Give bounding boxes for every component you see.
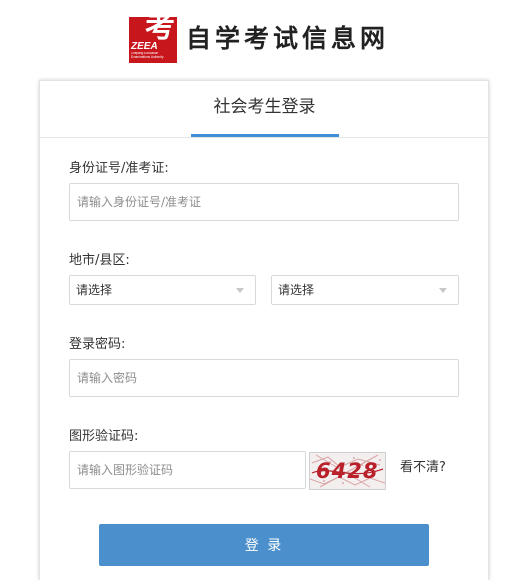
tab-bar: 社会考生登录 <box>40 81 488 138</box>
captcha-strike <box>311 468 384 475</box>
login-card: 社会考生登录 身份证号/准考证: 地市/县区: 请选择 请选择 登录密码: 图形… <box>39 80 489 580</box>
logo-glyph: 考 <box>145 17 175 45</box>
captcha-input[interactable] <box>69 451 306 489</box>
county-select-value: 请选择 <box>278 283 315 297</box>
captcha-image[interactable]: 6428 <box>309 452 386 490</box>
captcha-label: 图形验证码: <box>69 429 139 444</box>
logo-subtext-line-2: Examinations Authority <box>131 54 164 59</box>
site-title: 自学考试信息网 <box>186 24 390 53</box>
password-label: 登录密码: <box>69 337 126 352</box>
region-label: 地市/县区: <box>69 253 130 268</box>
chevron-down-icon <box>439 288 447 293</box>
county-select[interactable]: 请选择 <box>271 275 459 305</box>
id-label: 身份证号/准考证: <box>69 161 169 176</box>
active-tab-indicator <box>191 134 339 137</box>
city-select-value: 请选择 <box>76 283 113 297</box>
logo-subtext: Zhejiang Education Examinations Authorit… <box>131 52 175 59</box>
id-input[interactable] <box>69 183 459 221</box>
password-input[interactable] <box>69 359 459 397</box>
chevron-down-icon <box>236 288 244 293</box>
refresh-captcha-link[interactable]: 看不清? <box>400 459 446 477</box>
city-select[interactable]: 请选择 <box>69 275 256 305</box>
login-button[interactable]: 登 录 <box>99 524 429 566</box>
site-header: 考 ZEEA Zhejiang Education Examinations A… <box>0 0 516 78</box>
logo-text: ZEEA <box>131 41 158 52</box>
zeea-logo: 考 ZEEA Zhejiang Education Examinations A… <box>129 17 177 63</box>
tab-social-candidate-login[interactable]: 社会考生登录 <box>191 81 338 137</box>
